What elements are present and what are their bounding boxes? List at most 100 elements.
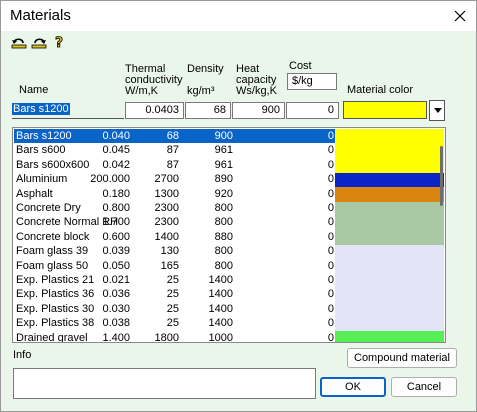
redo-button[interactable] (31, 34, 47, 50)
material-density: 1300 (154, 187, 179, 200)
material-conductivity: 0.042 (102, 158, 130, 171)
material-row[interactable]: Foam glass 39 0.039 130 800 0 (14, 244, 335, 258)
material-density: 130 (160, 245, 179, 258)
material-cost: 0 (327, 202, 334, 214)
material-density: 25 (166, 288, 179, 301)
material-conductivity: 0.050 (102, 259, 130, 272)
material-cost: 0 (327, 173, 334, 186)
material-row[interactable]: Bars s600x600 0.042 87 961 0 (14, 158, 335, 172)
material-row[interactable]: Exp. Plastics 21 0.021 25 1400 0 (14, 273, 335, 287)
name-field[interactable]: Bars s1200 (12, 102, 124, 119)
material-color-cell (335, 143, 444, 159)
material-list[interactable]: Bars s1200 0.040 68 900 0 Bars s600 0.045 87 961… (12, 127, 446, 343)
conductivity-field[interactable]: 0.0403 (125, 102, 184, 119)
material-heat-capacity: 1000 (208, 331, 233, 343)
material-name: Exp. Plastics 21 (16, 274, 95, 286)
material-name: Bars s600 (16, 144, 66, 157)
material-conductivity: 0.038 (102, 317, 130, 330)
material-conductivity: 0.040 (102, 130, 130, 142)
undo-button[interactable] (11, 34, 27, 50)
cost-unit-field[interactable]: $/kg (287, 73, 337, 90)
material-color-cell (335, 172, 444, 188)
material-name: Asphalt (16, 187, 53, 200)
material-row[interactable]: Exp. Plastics 38 0.038 25 1400 0 (14, 316, 335, 330)
redo-arrow-icon (31, 38, 47, 49)
materials-dialog: Materials ? Name Thermal conductivity W/… (0, 0, 477, 412)
material-cost: 0 (327, 187, 334, 200)
material-row[interactable]: Asphalt 0.180 1300 920 0 (14, 187, 335, 201)
material-heat-capacity: 1400 (208, 288, 233, 301)
material-color-cell (335, 244, 444, 260)
material-name: Bars s1200 (16, 130, 72, 142)
material-name: Foam glass 39 (16, 245, 89, 258)
compound-material-button[interactable]: Compound material (347, 348, 457, 368)
material-row[interactable]: Exp. Plastics 36 0.036 25 1400 0 (14, 287, 335, 301)
material-row[interactable]: Foam glass 50 0.050 165 800 0 (14, 259, 335, 273)
cost-field[interactable]: 0 (286, 102, 339, 119)
material-color-swatch[interactable] (343, 101, 427, 119)
ok-button[interactable]: OK (320, 377, 386, 397)
material-row[interactable]: Concrete Dry 0.800 2300 800 0 (14, 201, 335, 215)
material-row[interactable]: Bars s1200 0.040 68 900 0 (14, 129, 335, 143)
help-button[interactable]: ? (52, 34, 68, 52)
color-dropdown-button[interactable] (429, 100, 445, 121)
list-scrollbar[interactable] (437, 128, 445, 342)
material-color-cell (335, 215, 444, 231)
density-field[interactable]: 68 (185, 102, 231, 119)
material-row[interactable]: Concrete Normal RH 1.700 2300 800 0 (14, 215, 335, 229)
material-heat-capacity: 900 (214, 130, 233, 142)
material-row[interactable]: Exp. Plastics 30 0.030 25 1400 0 (14, 302, 335, 316)
undo-arrow-icon (11, 38, 27, 49)
cancel-button[interactable]: Cancel (391, 377, 457, 397)
info-field[interactable] (13, 368, 316, 399)
material-color-cell (335, 186, 444, 202)
material-heat-capacity: 880 (214, 230, 233, 243)
material-color-cell (335, 301, 444, 317)
material-cost: 0 (327, 288, 334, 301)
material-cost: 0 (327, 302, 334, 315)
material-row[interactable]: Drained gravel 1.400 1800 1000 0 (14, 331, 335, 343)
material-conductivity: 0.800 (102, 202, 130, 214)
material-density: 87 (166, 144, 179, 157)
svg-text:?: ? (55, 35, 63, 50)
material-name: Aluminium (16, 173, 68, 186)
material-color-cell (335, 129, 444, 144)
material-heat-capacity: 1400 (208, 317, 233, 330)
material-cost: 0 (327, 274, 334, 286)
material-color-cell (335, 287, 444, 303)
material-cost: 0 (327, 158, 334, 171)
material-cost: 0 (327, 245, 334, 258)
material-heat-capacity: 920 (214, 187, 233, 200)
material-name: Drained gravel (16, 331, 88, 343)
material-name: Foam glass 50 (16, 259, 89, 272)
material-heat-capacity: 1400 (208, 274, 233, 286)
material-row[interactable]: Concrete block 0.600 1400 880 0 (14, 230, 335, 244)
material-cost: 0 (327, 317, 334, 330)
header-thermal-line3: W/m,K (125, 85, 158, 97)
material-row[interactable]: Aluminium 200.000 2700 890 0 (14, 172, 335, 186)
heat-capacity-field[interactable]: 900 (232, 102, 285, 119)
info-label: Info (13, 349, 32, 361)
material-density: 2300 (154, 202, 179, 214)
close-button[interactable] (449, 5, 471, 27)
material-heat-capacity: 961 (214, 144, 233, 157)
material-heat-capacity: 961 (214, 158, 233, 171)
material-density: 165 (160, 259, 179, 272)
material-row[interactable]: Bars s600 0.045 87 961 0 (14, 143, 335, 157)
close-icon (454, 10, 466, 22)
material-conductivity: 0.600 (102, 230, 130, 243)
scrollbar-thumb[interactable] (440, 146, 443, 206)
material-cost: 0 (327, 331, 334, 343)
material-cost: 0 (327, 230, 334, 243)
window-title: Materials (10, 7, 71, 24)
material-conductivity: 0.045 (102, 144, 130, 157)
material-color-cell (335, 157, 444, 173)
material-color-cell (335, 316, 444, 332)
material-cost: 0 (327, 144, 334, 157)
material-density: 68 (166, 130, 179, 142)
material-density: 25 (166, 274, 179, 286)
material-cost: 0 (327, 216, 334, 229)
material-conductivity: 0.039 (102, 245, 130, 258)
material-name: Exp. Plastics 36 (16, 288, 95, 301)
material-color-cell (335, 201, 444, 216)
